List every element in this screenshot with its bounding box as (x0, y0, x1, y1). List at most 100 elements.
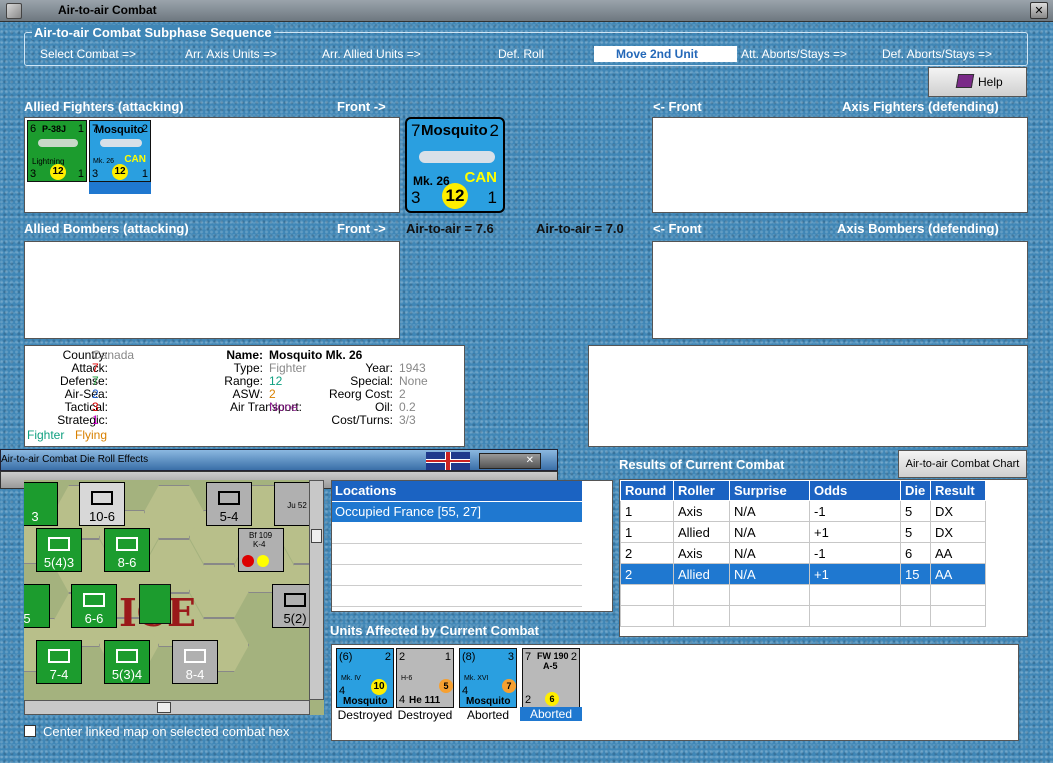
seq-step-arr-axis[interactable]: Arr. Axis Units => (185, 47, 277, 61)
map-selected-air-unit[interactable] (139, 584, 171, 624)
help-label: Help (978, 75, 1003, 89)
seq-step-arr-allied[interactable]: Arr. Allied Units => (322, 47, 421, 61)
table-row-selected[interactable]: 2 Allied N/A +1 15 AA (620, 563, 986, 585)
air-combat-chart-button[interactable]: Air-to-air Combat Chart (898, 450, 1027, 478)
axis-bombers-panel[interactable] (652, 241, 1028, 339)
plane-icon (419, 151, 495, 163)
map-unit[interactable]: Bf 109 K-4 (238, 528, 284, 572)
scroll-thumb[interactable] (157, 702, 171, 713)
reorg-label: Reorg Cost: (328, 387, 393, 401)
unit-defense: 2 (141, 123, 148, 135)
selected-unit-counter[interactable]: 7 Mosquito 2 Mk. 26 CAN 3 12 1 (405, 117, 505, 213)
center-map-checkbox-label: Center linked map on selected combat hex (43, 724, 290, 739)
results-table: Round Roller Surprise Odds Die Result 1A… (620, 480, 986, 627)
airsea-label: Air-Sea: (64, 387, 108, 401)
asw-label: ASW: (232, 387, 263, 401)
subphase-sequence-label: Air-to-air Combat Subphase Sequence (32, 25, 274, 40)
unit-nation: CAN (124, 154, 146, 165)
location-item[interactable]: Occupied France [55, 27] (332, 502, 582, 522)
unit-name: P-38J (42, 124, 67, 134)
unit-bottom-left: 3 (30, 168, 37, 180)
units-affected-title: Units Affected by Current Combat (330, 623, 539, 638)
table-row[interactable]: 1 Axis N/A -1 5 DX (620, 500, 986, 522)
map-unit[interactable]: 8-4 (172, 640, 218, 684)
air-to-air-defender-value: Air-to-air = 7.0 (536, 221, 624, 236)
map-unit[interactable]: 5 (24, 584, 50, 628)
center-map-checkbox[interactable] (24, 725, 36, 737)
axis-fighters-panel[interactable] (652, 117, 1028, 213)
attack-label: Attack: (71, 361, 108, 375)
selected-unit-bottom-right: 1 (487, 188, 497, 207)
linked-map[interactable]: ICE 10-6 5-4 5(4)3 8-6 6-6 7-4 5(3)4 8-4… (24, 480, 324, 715)
unit-defense: 1 (77, 123, 84, 135)
costturns-label: Cost/Turns: (331, 413, 393, 427)
map-horizontal-scrollbar[interactable] (24, 700, 310, 715)
oil-value: 0.2 (399, 400, 416, 414)
unit-counter-mosquito[interactable]: 7 Mosquito 2 Mk. 26 CAN 3 12 1 (89, 120, 151, 182)
air-to-air-attacker-value: Air-to-air = 7.6 (406, 221, 494, 236)
seq-step-select-combat[interactable]: Select Combat => (40, 47, 136, 61)
unit-counter-p38j[interactable]: 6 P-38J 1 Lightning 3 12 1 (27, 120, 87, 182)
seq-step-move-2nd-unit[interactable]: Move 2nd Unit (594, 46, 737, 62)
plane-icon (38, 139, 78, 147)
unit-info-panel: Country: Canada Attack: 7 Defense: 7 Air… (24, 345, 465, 447)
map-unit[interactable]: 3 (24, 482, 58, 526)
unit-range: 12 (50, 164, 66, 180)
defense-label: Defense: (59, 374, 108, 388)
help-button[interactable]: Help (928, 67, 1027, 97)
die-roll-window-titlebar[interactable]: Air-to-air Combat Die Roll Effects ✕ (0, 449, 558, 471)
table-row[interactable]: 1 Allied N/A +1 5 DX (620, 521, 986, 543)
range-label: Range: (224, 374, 263, 388)
die-roll-close-icon[interactable]: ✕ (479, 453, 541, 469)
affected-unit-mosquito-iv[interactable]: (6) 2 Mk. IV 4 10 Mosquito (336, 648, 394, 708)
selected-unit-range: 12 (442, 183, 468, 209)
table-row[interactable]: 2 Axis N/A -1 6 AA (620, 542, 986, 564)
allied-bombers-panel[interactable] (24, 241, 400, 339)
seq-step-def-aborts[interactable]: Def. Aborts/Stays => (882, 47, 992, 61)
map-unit[interactable]: 5(3)4 (104, 640, 150, 684)
strategic-label: Strategic: (57, 413, 108, 427)
locations-header: Locations (332, 481, 582, 501)
results-table-panel: Round Roller Surprise Odds Die Result 1A… (619, 479, 1028, 637)
map-unit[interactable]: 8-6 (104, 528, 150, 572)
special-value: None (399, 374, 428, 388)
col-surprise: Surprise (729, 480, 810, 501)
front-right-label: Front -> (337, 99, 386, 114)
seq-step-def-roll[interactable]: Def. Roll (498, 47, 544, 61)
affected-unit-mosquito-xvi[interactable]: (8) 3 Mk. XVI 4 7 Mosquito (459, 648, 517, 708)
affected-unit-he111[interactable]: 2 1 H-6 4 5 He 111 (396, 648, 454, 708)
results-header-row: Round Roller Surprise Odds Die Result (620, 480, 986, 501)
map-unit[interactable]: 5-4 (206, 482, 252, 526)
map-unit[interactable]: 10-6 (79, 482, 125, 526)
scroll-thumb[interactable] (311, 529, 322, 543)
units-affected-panel[interactable]: (6) 2 Mk. IV 4 10 Mosquito Destroyed 2 1… (331, 644, 1019, 741)
table-row-empty (620, 605, 986, 627)
map-vertical-scrollbar[interactable] (309, 480, 324, 700)
table-row-empty (620, 584, 986, 606)
allied-bombers-header: Allied Bombers (attacking) (24, 221, 189, 236)
map-unit[interactable]: 7-4 (36, 640, 82, 684)
affected-unit-status: Destroyed (337, 708, 393, 722)
country-value: Canada (92, 348, 135, 362)
window-titlebar: Air-to-air Combat ✕ (0, 0, 1053, 22)
affected-unit-fw190[interactable]: 7 FW 190 2 A-5 2 6 (522, 648, 580, 708)
locations-panel[interactable]: Locations Occupied France [55, 27] (331, 480, 613, 612)
selected-unit-subname: Mk. 26 (413, 174, 450, 188)
costturns-value: 3/3 (399, 413, 416, 427)
seq-step-att-aborts[interactable]: Att. Aborts/Stays => (741, 47, 847, 61)
col-die: Die (900, 480, 931, 501)
tactical-label: Tactical: (64, 400, 108, 414)
allied-fighters-panel[interactable]: 6 P-38J 1 Lightning 3 12 1 7 Mosquito 2 … (24, 117, 400, 213)
close-icon[interactable]: ✕ (1030, 2, 1048, 19)
window-title: Air-to-air Combat (58, 3, 157, 17)
selected-unit-defense: 2 (489, 121, 499, 140)
unit-subname: Mk. 26 (93, 158, 115, 165)
combat-notes-panel (588, 345, 1028, 447)
map-unit[interactable]: 6-6 (71, 584, 117, 628)
unit-bottom-right: 1 (141, 168, 148, 180)
unit-name: Mosquito (95, 124, 144, 136)
special-label: Special: (350, 374, 393, 388)
map-unit[interactable]: 5(4)3 (36, 528, 82, 572)
affected-unit-status-selected[interactable]: Aborted (520, 707, 582, 721)
affected-unit-status: Destroyed (397, 708, 453, 722)
